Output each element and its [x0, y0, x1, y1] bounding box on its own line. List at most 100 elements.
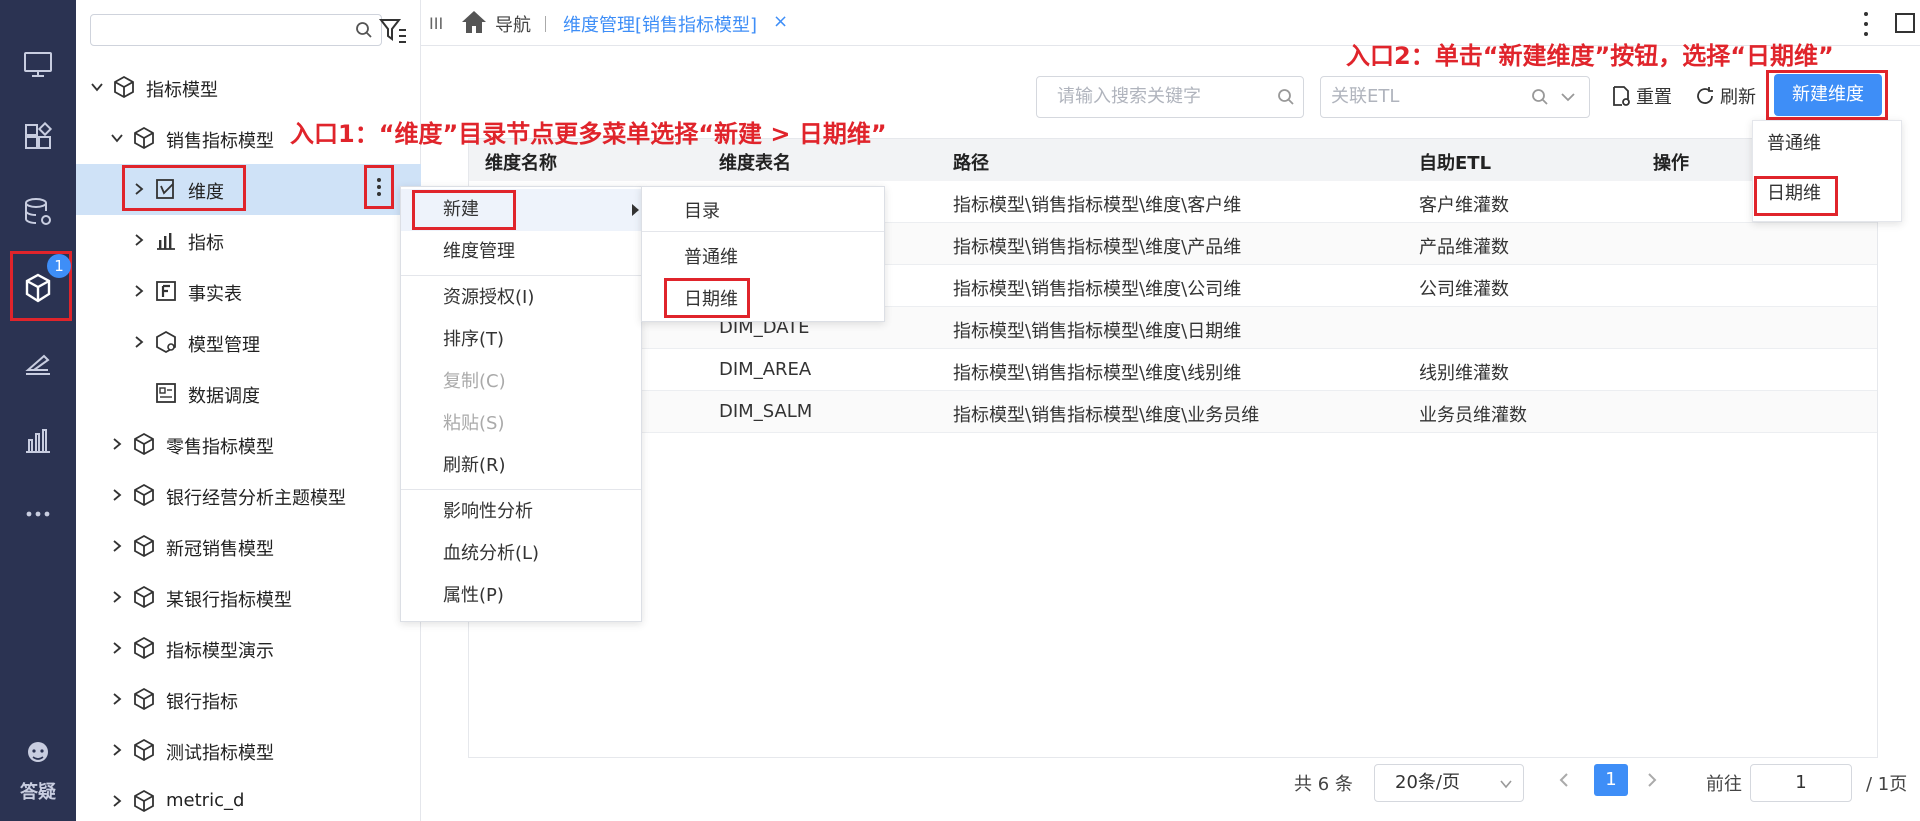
tree-node[interactable]: 某银行指标模型 [76, 572, 421, 623]
tree-node-label: 银行经营分析主题模型 [166, 488, 346, 509]
menu-divider [401, 489, 641, 490]
cell-etl: 客户维灌数 [1419, 195, 1509, 216]
help-label[interactable]: 答疑 [0, 778, 76, 804]
chevron-right-icon[interactable] [110, 437, 124, 451]
metric-chart-icon [157, 233, 175, 250]
tab-close-icon[interactable]: × [773, 11, 788, 32]
chevron-right-icon[interactable] [110, 488, 124, 502]
nav-tab[interactable]: 导航 [495, 11, 531, 37]
app-rail: 1 答疑 [0, 0, 76, 821]
chevron-right-icon[interactable] [132, 284, 146, 298]
tree-node[interactable]: 测试指标模型 [76, 725, 421, 776]
cell-etl: 产品维灌数 [1419, 237, 1509, 258]
tree-node-label: 事实表 [188, 284, 242, 305]
dropdown-normal-dimension[interactable]: 普通维 [1753, 121, 1901, 167]
col-path[interactable]: 路径 [953, 149, 989, 175]
tree-node[interactable]: 指标模型演示 [76, 623, 421, 674]
filter-icon[interactable] [378, 16, 408, 46]
ruler-tools-icon[interactable] [18, 344, 58, 384]
tree-node-label: 指标 [188, 233, 224, 254]
monitor-icon[interactable] [18, 44, 58, 84]
menu-item-dimension-manage[interactable]: 维度管理 [401, 231, 641, 273]
menu-item-lineage-analysis[interactable]: 血统分析(L) [401, 533, 641, 575]
page-size-value: 20条/页 [1395, 772, 1460, 793]
etl-select[interactable]: 关联ETL [1320, 76, 1590, 118]
tree-node[interactable]: 零售指标模型 [76, 419, 421, 470]
chevron-right-icon[interactable] [110, 743, 124, 757]
chevron-right-icon[interactable] [110, 641, 124, 655]
search-icon[interactable] [355, 21, 373, 39]
submenu-item-normal-dimension[interactable]: 普通维 [642, 237, 884, 279]
reset-button[interactable]: 重置 [1610, 82, 1672, 110]
tree-search-input[interactable] [90, 14, 382, 46]
tree-node-label: metric_d [166, 790, 245, 811]
chevron-right-icon[interactable] [132, 335, 146, 349]
home-icon[interactable] [461, 10, 487, 34]
page-size-select[interactable]: 20条/页 [1374, 764, 1524, 802]
tree-node[interactable]: 事实表 [76, 266, 421, 317]
tab-dimension-management[interactable]: 维度管理[销售指标模型] [563, 11, 757, 37]
tree-node[interactable]: metric_d [76, 776, 421, 821]
dimension-node-highlight [122, 165, 246, 211]
next-page-icon[interactable] [1644, 770, 1660, 790]
refresh-button[interactable]: 刷新 [1694, 82, 1756, 110]
col-self-etl[interactable]: 自助ETL [1419, 149, 1491, 175]
node-more-menu-button[interactable] [366, 167, 392, 207]
menu-item-properties[interactable]: 属性(P) [401, 575, 641, 617]
menu-item-paste[interactable]: 粘贴(S) [401, 403, 641, 445]
cell-path: 指标模型\销售指标模型\维度\客户维 [953, 195, 1242, 216]
notification-badge: 1 [47, 254, 71, 278]
table-row[interactable]: DIM_AREA 指标模型\销售指标模型\维度\线别维 线别维灌数 [469, 349, 1877, 391]
tree-node-label: 零售指标模型 [166, 437, 274, 458]
menu-new-highlight [412, 190, 516, 230]
chevron-right-icon[interactable] [110, 539, 124, 553]
menu-item-copy[interactable]: 复制(C) [401, 361, 641, 403]
cube-model-icon [134, 585, 154, 609]
apps-icon[interactable] [18, 118, 58, 158]
more-icon[interactable] [18, 494, 58, 534]
tree-node[interactable]: 新冠销售模型 [76, 521, 421, 572]
database-gear-icon[interactable] [18, 192, 58, 232]
data-schedule-icon [156, 383, 176, 403]
cube-model-icon [134, 126, 154, 150]
menu-item-sort[interactable]: 排序(T) [401, 319, 641, 361]
node-context-menu: 新建 维度管理 资源授权(I) 排序(T) 复制(C) 粘贴(S) 刷新(R) … [400, 186, 642, 622]
chevron-down-icon[interactable] [90, 80, 104, 94]
chevron-right-icon[interactable] [110, 590, 124, 604]
maximize-icon[interactable] [1895, 13, 1915, 33]
collapse-toggle[interactable]: III [429, 14, 443, 33]
annotation-entry-2: 入口2：单击“新建维度”按钮，选择“日期维” [1346, 42, 1834, 70]
tree-node[interactable]: 指标 [76, 215, 421, 266]
menu-item-refresh[interactable]: 刷新(R) [401, 445, 641, 487]
chevron-down-icon[interactable] [110, 131, 124, 145]
keyword-search-input[interactable]: 请输入搜索关键字 [1036, 76, 1304, 118]
prev-page-icon[interactable] [1556, 770, 1572, 790]
cube-model-icon [134, 738, 154, 762]
page-number-current[interactable]: 1 [1594, 764, 1628, 796]
table-row[interactable]: DIM_SALM 指标模型\销售指标模型\维度\业务员维 业务员维灌数 [469, 391, 1877, 433]
help-icon[interactable] [18, 734, 58, 774]
chevron-right-icon[interactable] [132, 233, 146, 247]
chevron-right-icon[interactable] [110, 692, 124, 706]
menu-item-authorize[interactable]: 资源授权(I) [401, 277, 641, 319]
search-icon[interactable] [1531, 88, 1549, 106]
chevron-right-icon[interactable] [110, 794, 124, 808]
submenu-item-folder[interactable]: 目录 [642, 191, 884, 233]
col-dimension-name[interactable]: 维度名称 [485, 149, 557, 175]
goto-page-input[interactable]: 1 [1750, 764, 1852, 802]
col-dimension-table[interactable]: 维度表名 [719, 149, 791, 175]
search-icon[interactable] [1277, 88, 1295, 106]
tree-node[interactable]: 模型管理 [76, 317, 421, 368]
menu-item-impact-analysis[interactable]: 影响性分析 [401, 491, 641, 533]
bar-chart-icon[interactable] [18, 420, 58, 460]
tree-node[interactable]: 数据调度 [76, 368, 421, 419]
chevron-down-icon[interactable] [1559, 88, 1577, 106]
cube-model-icon [134, 789, 154, 813]
cube-model-icon [134, 636, 154, 660]
tree-node[interactable]: 指标模型 [76, 62, 421, 113]
top-more-icon[interactable] [1862, 12, 1870, 36]
tree-node[interactable]: 银行指标 [76, 674, 421, 725]
tree-node[interactable]: 银行经营分析主题模型 [76, 470, 421, 521]
tree-node-label: 银行指标 [166, 692, 238, 713]
tree-node-label: 某银行指标模型 [166, 590, 292, 611]
